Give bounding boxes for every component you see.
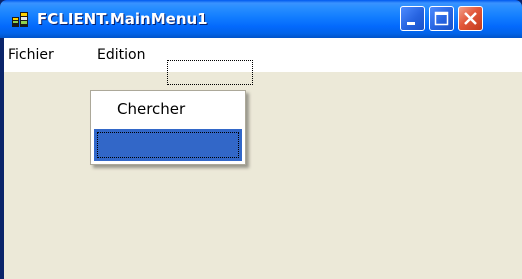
edition-dropdown-menu: Chercher — [90, 90, 246, 165]
minimize-button[interactable] — [400, 6, 425, 31]
title-bar[interactable]: FCLIENT.MainMenu1 — [0, 0, 522, 38]
maximize-icon — [434, 11, 449, 26]
menu-bar: Fichier Edition — [4, 38, 522, 85]
application-window: FCLIENT.MainMenu1 Fichier Edition Cherch… — [0, 0, 522, 279]
close-icon — [464, 12, 477, 25]
minimize-icon — [407, 22, 415, 25]
app-icon[interactable] — [11, 11, 29, 28]
client-area: Fichier Edition Chercher — [4, 38, 522, 279]
focus-rectangle — [97, 132, 239, 158]
window-title: FCLIENT.MainMenu1 — [37, 10, 208, 28]
menu-item-label: Chercher — [117, 100, 186, 118]
menu-item-empty-selected[interactable] — [94, 129, 242, 161]
close-button[interactable] — [458, 6, 483, 31]
maximize-button[interactable] — [429, 6, 454, 31]
menu-empty-item[interactable] — [167, 60, 253, 85]
menu-fichier[interactable]: Fichier — [8, 38, 54, 72]
menu-item-chercher[interactable]: Chercher — [91, 91, 245, 127]
menu-edition[interactable]: Edition — [97, 38, 145, 72]
